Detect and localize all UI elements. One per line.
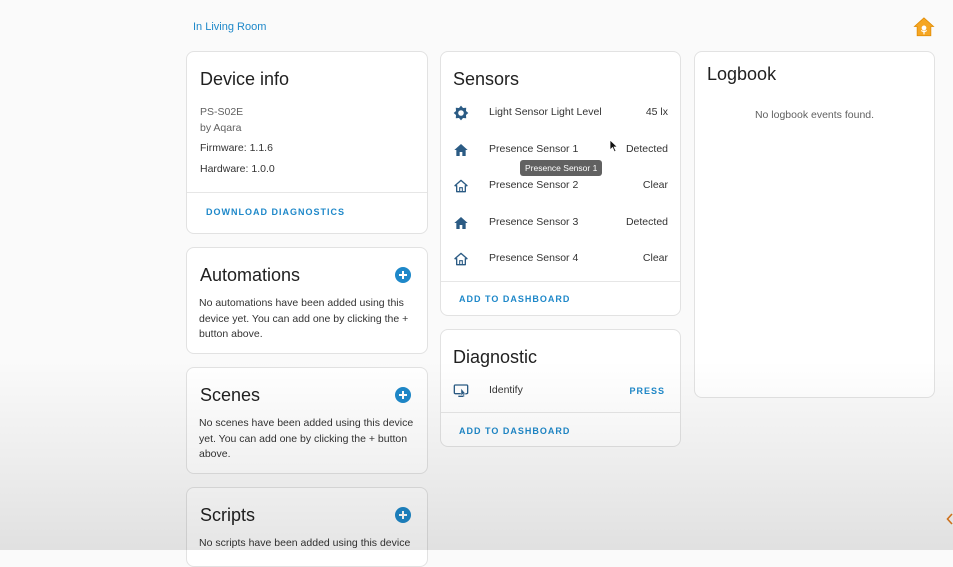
- diagnostic-add-to-dashboard-button[interactable]: ADD TO DASHBOARD: [459, 426, 570, 436]
- logbook-empty-message: No logbook events found.: [754, 109, 875, 121]
- device-manufacturer: by Aqara: [200, 122, 242, 134]
- sensor-row-light-level[interactable]: Light Sensor Light Level 45 lx: [441, 98, 680, 128]
- device-hardware: Hardware: 1.0.0: [200, 163, 275, 175]
- add-script-button[interactable]: [395, 507, 411, 523]
- diagnostic-card: Diagnostic Identify PRESS ADD TO DASHBOA…: [440, 329, 681, 447]
- tooltip: Presence Sensor 1: [520, 160, 603, 176]
- sensor-state: Detected: [625, 143, 668, 155]
- device-info-divider: [187, 192, 427, 193]
- diagnostic-row-identify: Identify PRESS: [441, 376, 680, 406]
- sensors-divider: [441, 281, 680, 282]
- scripts-title: Scripts: [200, 505, 256, 525]
- logbook-card: Logbook No logbook events found.: [694, 51, 935, 398]
- brightness-icon: [453, 105, 469, 121]
- sensor-name: Light Sensor Light Level: [489, 106, 602, 118]
- scenes-title: Scenes: [200, 385, 261, 405]
- sensor-name: Presence Sensor 3: [489, 216, 579, 228]
- diagnostic-name: Identify: [489, 384, 523, 396]
- home-assistant-logo-icon[interactable]: [913, 16, 935, 38]
- sensor-row-presence-4[interactable]: Presence Sensor 4 Clear: [441, 244, 680, 274]
- sensors-card: Sensors Light Sensor Light Level 45 lx P…: [440, 51, 681, 316]
- identify-icon: [453, 384, 469, 397]
- sensor-state: Clear: [642, 179, 668, 191]
- sensor-name: Presence Sensor 4: [489, 252, 579, 264]
- diagnostic-title: Diagnostic: [453, 347, 538, 367]
- device-info-card: Device info PS-S02E by Aqara Firmware: 1…: [186, 51, 428, 234]
- sensor-state: 45 lx: [645, 106, 668, 118]
- edge-chevron-icon: [946, 513, 953, 525]
- sensor-row-presence-3[interactable]: Presence Sensor 3 Detected: [441, 208, 680, 238]
- logbook-title: Logbook: [707, 64, 777, 84]
- automations-card: Automations No automations have been add…: [186, 247, 428, 354]
- home-outline-icon: [454, 179, 468, 193]
- sensor-state: Detected: [625, 216, 668, 228]
- automations-title: Automations: [200, 265, 301, 285]
- device-info-title: Device info: [200, 69, 290, 89]
- area-link[interactable]: In Living Room: [193, 21, 266, 33]
- home-filled-icon: [454, 217, 468, 229]
- device-model: PS-S02E: [200, 106, 244, 118]
- sensors-add-to-dashboard-button[interactable]: ADD TO DASHBOARD: [459, 294, 570, 304]
- diagnostic-divider: [441, 412, 680, 413]
- device-firmware: Firmware: 1.1.6: [200, 142, 273, 154]
- download-diagnostics-button[interactable]: DOWNLOAD DIAGNOSTICS: [206, 207, 345, 217]
- home-filled-icon: [454, 144, 468, 156]
- identify-press-button[interactable]: PRESS: [629, 386, 665, 396]
- scripts-card: Scripts No scripts have been added using…: [186, 487, 428, 567]
- add-scene-button[interactable]: [395, 387, 411, 403]
- scenes-card: Scenes No scenes have been added using t…: [186, 367, 428, 474]
- sensor-name: Presence Sensor 2: [489, 179, 579, 191]
- sensors-title: Sensors: [453, 69, 520, 89]
- sensor-name: Presence Sensor 1: [489, 143, 579, 155]
- sensor-state: Clear: [642, 252, 668, 264]
- scripts-description: No scripts have been added using this de…: [199, 537, 411, 549]
- scenes-description: No scenes have been added using this dev…: [199, 417, 414, 460]
- home-outline-icon: [454, 252, 468, 266]
- automations-description: No automations have been added using thi…: [199, 297, 409, 340]
- mouse-cursor-icon: [609, 139, 619, 153]
- add-automation-button[interactable]: [395, 267, 411, 283]
